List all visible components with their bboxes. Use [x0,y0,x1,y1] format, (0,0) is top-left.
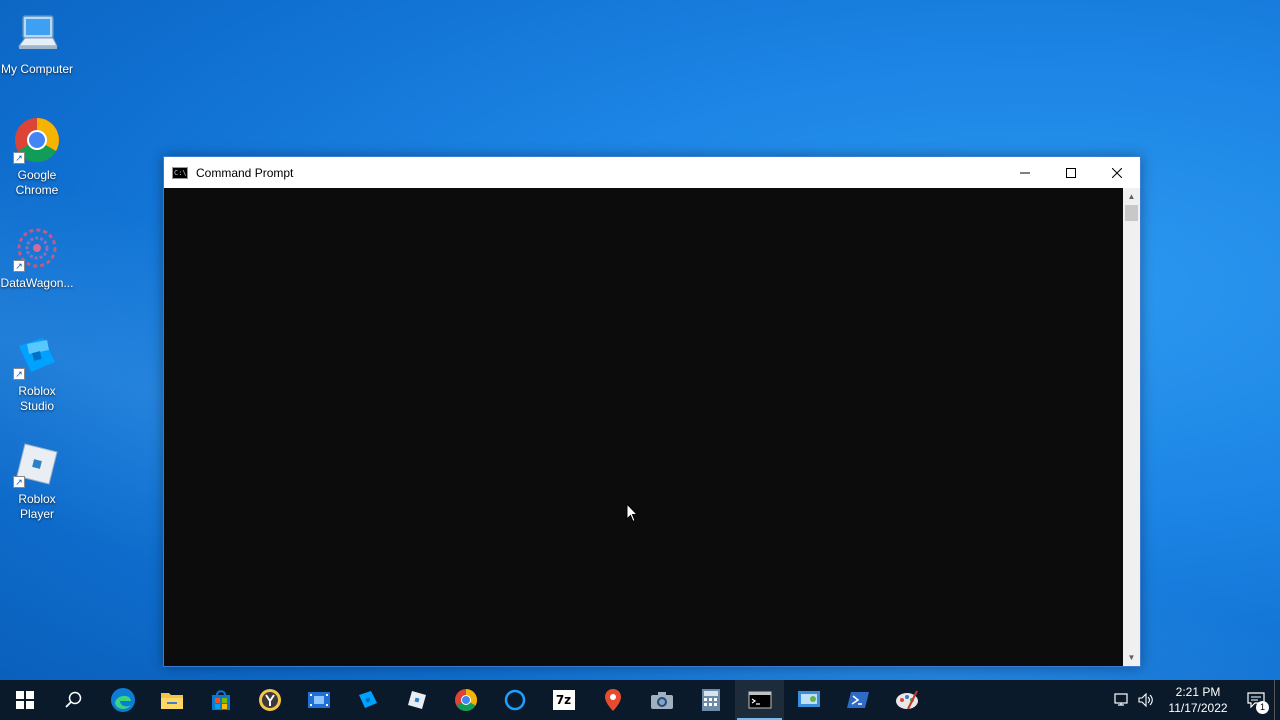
system-tray: 2:21 PM 11/17/2022 1 [1110,680,1280,720]
folder-icon [160,693,183,709]
taskbar-video-editor[interactable] [294,680,343,720]
maximize-icon [1066,167,1076,178]
control-panel-icon [797,691,820,707]
edge-icon [110,688,135,712]
yandex-icon [258,689,281,711]
title-bar[interactable]: C:\ Command Prompt [164,157,1140,188]
desktop-icon-roblox-player[interactable]: ↗ Roblox Player [0,440,74,522]
taskbar-camera[interactable] [637,680,686,720]
window-controls [1002,157,1140,188]
cmd-icon: C:\ [172,166,188,179]
7zip-icon: 7z [552,690,575,710]
desktop-icon-my-computer[interactable]: My Computer [0,10,74,77]
search-button[interactable] [49,680,98,720]
show-desktop-button[interactable] [1274,680,1280,720]
windows-logo-icon [15,691,34,709]
roblox-studio-icon: ↗ [13,332,61,380]
taskbar-roblox-studio[interactable] [343,680,392,720]
clock-time: 2:21 PM [1175,685,1221,699]
desktop-icon-label: DataWagon... [0,276,74,290]
desktop-icon-label: Roblox Player [18,492,56,521]
taskbar-cortana[interactable] [490,680,539,720]
roblox-studio-icon [358,691,377,708]
mouse-cursor-icon [626,502,639,528]
shortcut-arrow-icon: ↗ [13,368,25,380]
taskbar-powershell[interactable] [833,680,882,720]
datawagon-icon: ↗ [13,224,61,272]
taskbar-edge[interactable] [98,680,147,720]
close-button[interactable] [1094,157,1140,188]
volume-icon[interactable] [1134,680,1158,720]
taskbar-store[interactable] [196,680,245,720]
taskbar-command-prompt[interactable] [735,680,784,720]
scroll-thumb[interactable] [1125,205,1138,221]
store-icon [211,690,230,710]
cmd-icon [748,691,771,709]
desktop-icon-label: Google Chrome [15,168,59,197]
vertical-scrollbar[interactable]: ▲ ▼ [1123,188,1140,666]
taskbar-calculator[interactable] [686,680,735,720]
search-icon [64,691,81,708]
desktop-icon-label: My Computer [0,62,74,76]
desktop-icon-google-chrome[interactable]: ↗ Google Chrome [0,116,74,198]
shortcut-arrow-icon: ↗ [13,260,25,272]
taskbar-roblox-player[interactable] [392,680,441,720]
taskbar-7zip[interactable]: 7z [539,680,588,720]
chrome-icon: ↗ [13,116,61,164]
taskbar-control-panel[interactable] [784,680,833,720]
cortana-icon [504,689,525,711]
command-prompt-window[interactable]: C:\ Command Prompt ▲ ▼ [163,156,1141,667]
desktop-icon-roblox-studio[interactable]: ↗ Roblox Studio [0,332,74,414]
console-output[interactable] [164,188,1123,666]
taskbar-file-explorer[interactable] [147,680,196,720]
clock-date: 11/17/2022 [1168,701,1228,715]
calculator-icon [701,689,720,711]
start-button[interactable] [0,680,49,720]
minimize-button[interactable] [1002,157,1048,188]
computer-icon [13,10,61,58]
powershell-icon [846,692,869,708]
taskbar: 7z 2:21 PM 11/17/2022 1 [0,680,1280,720]
clock[interactable]: 2:21 PM 11/17/2022 [1166,684,1230,716]
network-icon[interactable] [1110,680,1134,720]
chrome-icon [454,689,477,711]
taskbar-maps[interactable] [588,680,637,720]
taskbar-yandex[interactable] [245,680,294,720]
scroll-up-icon[interactable]: ▲ [1123,188,1140,205]
maximize-button[interactable] [1048,157,1094,188]
minimize-icon [1020,172,1030,173]
taskbar-chrome[interactable] [441,680,490,720]
maps-pin-icon [604,689,621,711]
window-title: Command Prompt [196,165,294,180]
shortcut-arrow-icon: ↗ [13,152,25,164]
paint-icon [895,690,918,710]
shortcut-arrow-icon: ↗ [13,476,25,488]
film-icon [307,692,330,708]
close-icon [1112,167,1122,178]
roblox-player-icon [407,691,426,709]
scroll-down-icon[interactable]: ▼ [1123,649,1140,666]
desktop-icon-datawagon[interactable]: ↗ DataWagon... [0,224,74,291]
desktop-icon-label: Roblox Studio [18,384,56,413]
camera-icon [650,692,673,709]
action-center-button[interactable]: 1 [1238,680,1274,720]
taskbar-paint[interactable] [882,680,931,720]
notification-count: 1 [1256,701,1269,714]
roblox-player-icon: ↗ [13,440,61,488]
